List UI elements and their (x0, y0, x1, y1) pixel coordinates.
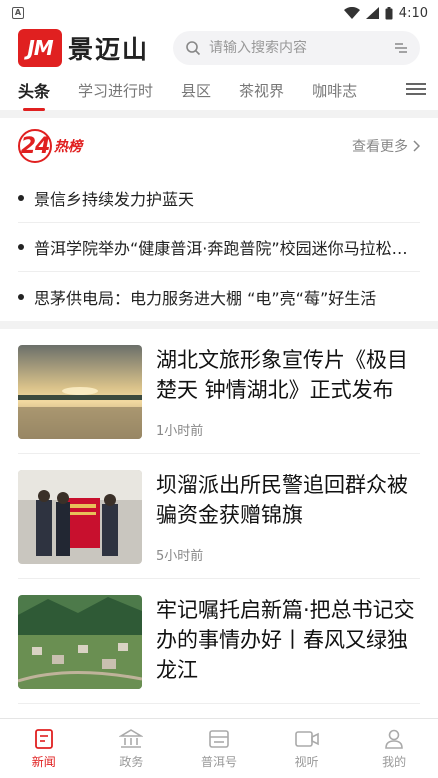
hot-item-text: 思茅供电局：电力服务进大棚 “电”亮“莓”好生活 (34, 288, 377, 308)
bullet (18, 195, 24, 201)
news-item[interactable]: 牢记嘱托启新篇·把总书记交办的事情办好丨春风又绿独龙江 (18, 579, 420, 704)
hot-list-title: 热榜 (54, 139, 82, 155)
nav-profile[interactable]: 我的 (350, 719, 438, 778)
news-list: 湖北文旅形象宣传片《极目楚天 钟情湖北》正式发布 1小时前 坝溜派出所民警追回群… (0, 329, 438, 704)
hot-list-item[interactable]: 普洱学院举办“健康普洱·奔跑普院”校园迷你马拉松比赛 (18, 223, 420, 272)
news-icon (34, 728, 53, 749)
hot-list-logo: 24 热榜 (18, 129, 82, 163)
hot-item-text: 景信乡持续发力护蓝天 (34, 190, 195, 209)
hot-list-item[interactable]: 景信乡持续发力护蓝天 (18, 174, 420, 223)
bullet (18, 244, 24, 250)
nav-news-label: 新闻 (31, 754, 56, 769)
hot-list: 24 热榜 查看更多 景信乡持续发力护蓝天 普洱学院举办“健康普洱·奔跑普院”校… (0, 118, 438, 321)
news-title: 湖北文旅形象宣传片《极目楚天 钟情湖北》正式发布 (156, 348, 408, 402)
news-item[interactable]: 坝溜派出所民警追回群众被骗资金获赠锦旗 5小时前 (18, 454, 420, 579)
chevron-right-icon (413, 140, 420, 152)
hot-list-item[interactable]: 思茅供电局：电力服务进大棚 “电”亮“莓”好生活 (18, 272, 420, 321)
video-icon (294, 730, 319, 747)
see-more-label: 查看更多 (352, 139, 408, 155)
divider (0, 321, 438, 329)
news-thumbnail (18, 345, 142, 439)
bottom-navigation: 新闻 政务 普洱号 视听 我的 (0, 718, 438, 778)
profile-icon (385, 729, 403, 749)
nav-profile-label: 我的 (382, 754, 407, 769)
wifi-icon (343, 7, 360, 19)
bullet (18, 293, 24, 300)
nav-government[interactable]: 政务 (88, 719, 176, 778)
nav-puer-account-label: 普洱号 (200, 754, 237, 769)
tab-study[interactable]: 学习进行时 (78, 80, 153, 101)
tab-headlines[interactable]: 头条 (18, 78, 50, 102)
channel-tabs: 头条 学习进行时 县区 茶视界 咖啡志 (0, 70, 438, 110)
hot-list-number: 24 (18, 129, 52, 163)
news-item[interactable]: 湖北文旅形象宣传片《极目楚天 钟情湖北》正式发布 1小时前 (18, 329, 420, 454)
puer-account-icon (209, 729, 229, 748)
news-time: 1小时前 (156, 424, 204, 439)
battery-icon (385, 6, 393, 19)
logo-mark: JM (18, 29, 62, 67)
see-more-link[interactable]: 查看更多 (352, 136, 420, 156)
app-header: JM 景迈山 (0, 26, 438, 70)
nav-video-label: 视听 (294, 754, 319, 769)
hot-item-text: 普洱学院举办“健康普洱·奔跑普院”校园迷你马拉松比赛 (34, 239, 420, 258)
search-input[interactable] (209, 40, 386, 56)
search-bar[interactable] (173, 31, 420, 65)
news-time: 5小时前 (156, 549, 204, 564)
nav-puer-account[interactable]: 普洱号 (175, 719, 263, 778)
divider (0, 110, 438, 118)
status-bar: A 4:10 (0, 0, 438, 26)
news-title: 牢记嘱托启新篇·把总书记交办的事情办好丨春风又绿独龙江 (156, 598, 415, 682)
search-icon (186, 41, 201, 56)
government-icon (119, 728, 144, 748)
scan-icon[interactable] (394, 42, 408, 54)
tab-coffee[interactable]: 咖啡志 (312, 80, 357, 101)
clock: 4:10 (398, 5, 428, 21)
news-thumbnail (18, 595, 142, 689)
tab-tea[interactable]: 茶视界 (239, 80, 284, 101)
nav-video[interactable]: 视听 (263, 719, 351, 778)
signal-icon (365, 7, 379, 19)
tab-county[interactable]: 县区 (181, 80, 211, 101)
notification-icon: A (12, 7, 24, 19)
news-thumbnail (18, 470, 142, 564)
menu-icon[interactable] (406, 80, 426, 98)
news-title: 坝溜派出所民警追回群众被骗资金获赠锦旗 (156, 473, 408, 527)
nav-government-label: 政务 (119, 754, 144, 769)
logo-text: 景迈山 (68, 35, 150, 64)
nav-news[interactable]: 新闻 (0, 719, 88, 778)
app-logo: JM 景迈山 (18, 29, 149, 67)
